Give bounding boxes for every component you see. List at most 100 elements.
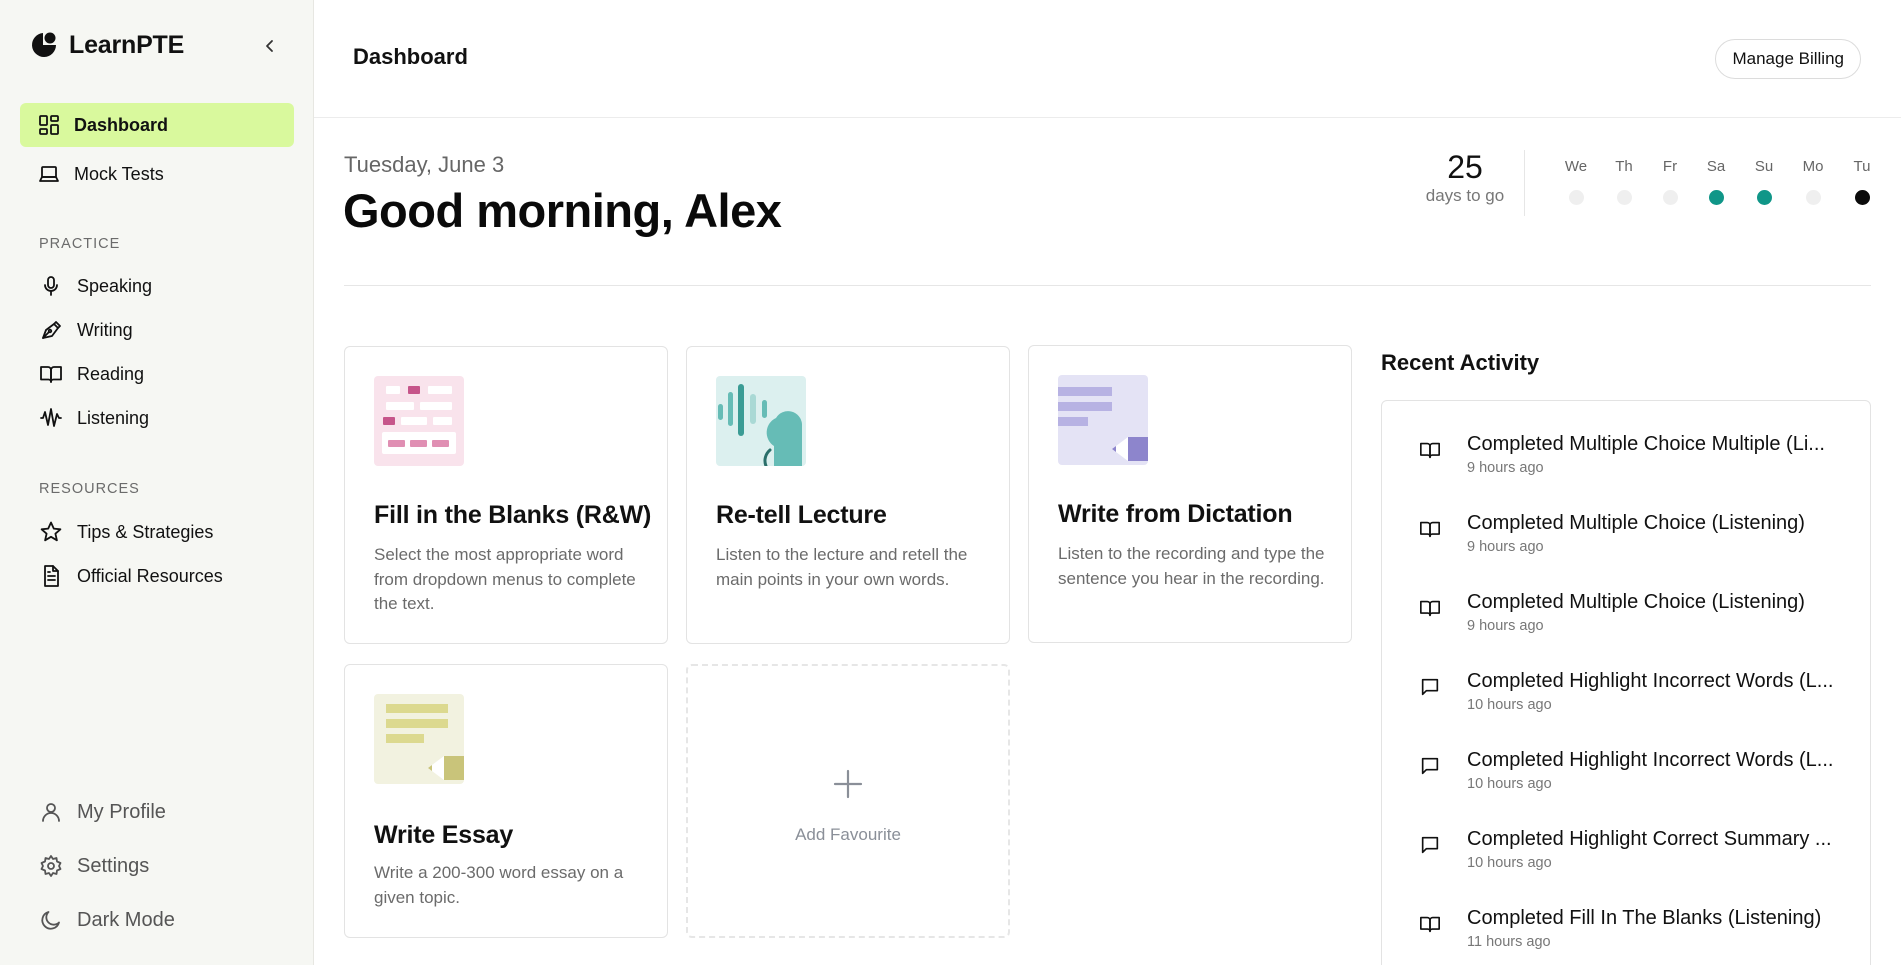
activity-item[interactable]: Completed Fill In The Blanks (Listening)… [1419, 907, 1859, 965]
sidebar-item-reading[interactable]: Reading [39, 358, 144, 390]
activity-prefix: Completed [1467, 828, 1564, 850]
user-icon [42, 803, 60, 822]
activity-text: Completed Fill In The Blanks (Listening) [1467, 907, 1859, 930]
activity-item[interactable]: Completed Multiple Choice (Listening) 9 … [1419, 512, 1859, 572]
book-icon [1420, 916, 1440, 933]
activity-time: 9 hours ago [1467, 618, 1544, 634]
activity-time: 11 hours ago [1467, 934, 1551, 950]
activity-name: Multiple Choice (Listening) [1569, 591, 1805, 613]
nav-item-label: Mock Tests [74, 163, 164, 184]
streak-dot [1662, 190, 1678, 205]
sidebar-item-label: Listening [77, 407, 150, 428]
streak-day: Sa [1696, 158, 1736, 205]
streak-dot [1756, 190, 1772, 205]
streak-day: Tu [1842, 158, 1882, 205]
activity-item[interactable]: Completed Multiple Choice (Listening) 9 … [1419, 591, 1859, 651]
nav-item-dashboard[interactable]: Dashboard [20, 103, 294, 147]
activity-name: Highlight Incorrect Words (L... [1569, 670, 1834, 692]
laptop-icon [39, 166, 59, 182]
add-favourite-label: Add Favourite [795, 825, 901, 844]
streak-dot [1568, 190, 1584, 205]
section-label-resources: RESOURCES [39, 481, 140, 497]
book-icon [1420, 600, 1440, 617]
fill-blanks-thumbnail-icon [374, 376, 464, 466]
greeting-heading: Good morning, Alex [343, 184, 782, 237]
streak-day-label: Fr [1662, 158, 1678, 175]
document-icon [44, 565, 59, 587]
activity-time: 9 hours ago [1467, 539, 1544, 555]
sidebar: LearnPTE Dashboard Mock Tests PRACTICE S… [0, 0, 314, 965]
activity-prefix: Completed [1467, 749, 1564, 771]
nav-item-mock-tests[interactable]: Mock Tests [20, 152, 294, 196]
dark-mode-toggle[interactable]: Dark Mode [39, 902, 175, 938]
audio-wave-icon [40, 408, 62, 427]
streak-day-label: Tu [1853, 158, 1871, 175]
favourite-card-write-essay[interactable]: Write Essay Write a 200-300 word essay o… [344, 664, 668, 938]
activity-prefix: Completed [1467, 907, 1564, 929]
dictation-thumbnail-icon [1058, 375, 1148, 465]
sidebar-item-official-resources[interactable]: Official Resources [39, 560, 223, 592]
collapse-sidebar-button[interactable] [258, 34, 282, 58]
manage-billing-button[interactable]: Manage Billing [1715, 39, 1861, 79]
favourite-card-fill-in-blanks[interactable]: Fill in the Blanks (R&W) Select the most… [344, 346, 668, 644]
nav-item-label: Dashboard [74, 114, 169, 135]
activity-name: Fill In The Blanks (Listening) [1569, 907, 1822, 929]
activity-item[interactable]: Completed Highlight Incorrect Words (L..… [1419, 670, 1859, 730]
activity-time: 9 hours ago [1467, 460, 1544, 476]
essay-thumbnail-icon [374, 694, 464, 784]
sidebar-item-my-profile[interactable]: My Profile [39, 794, 166, 830]
streak-dot [1708, 190, 1724, 205]
add-favourite-button[interactable]: Add Favourite [686, 664, 1010, 938]
activity-time: 10 hours ago [1467, 855, 1552, 871]
page-title: Dashboard [353, 44, 468, 69]
activity-item[interactable]: Completed Highlight Correct Summary ... … [1419, 828, 1859, 888]
activity-text: Completed Multiple Choice Multiple (Li..… [1467, 433, 1859, 456]
sidebar-item-tips-strategies[interactable]: Tips & Strategies [39, 516, 213, 548]
streak-day-label: Sa [1706, 158, 1726, 175]
retell-lecture-thumbnail-icon [716, 376, 806, 466]
section-label-practice: PRACTICE [39, 236, 121, 252]
recent-activity-list[interactable]: Completed Multiple Choice Multiple (Li..… [1381, 400, 1871, 965]
sidebar-item-speaking[interactable]: Speaking [39, 270, 152, 302]
sidebar-item-writing[interactable]: Writing [39, 314, 133, 346]
countdown-value: 25 [1447, 149, 1483, 185]
recent-activity-title: Recent Activity [1381, 350, 1540, 375]
streak-day-label: Su [1754, 158, 1774, 175]
streak-day-label: Mo [1802, 158, 1824, 175]
activity-item[interactable]: Completed Highlight Incorrect Words (L..… [1419, 749, 1859, 809]
activity-text: Completed Multiple Choice (Listening) [1467, 591, 1859, 614]
microphone-icon [44, 276, 58, 296]
streak-day: Th [1604, 158, 1644, 205]
card-title: Re-tell Lecture [716, 501, 887, 529]
favourite-card-retell-lecture[interactable]: Re-tell Lecture Listen to the lecture an… [686, 346, 1010, 644]
logo-icon [32, 32, 56, 57]
card-description: Listen to the recording and type the sen… [1058, 544, 1325, 588]
pen-icon [42, 321, 61, 339]
sidebar-item-settings[interactable]: Settings [39, 848, 149, 884]
sidebar-item-label: Official Resources [77, 565, 223, 586]
brand[interactable]: LearnPTE [29, 30, 184, 60]
divider [1524, 150, 1525, 216]
app-name: LearnPTE [69, 30, 185, 59]
sidebar-item-label: Writing [77, 319, 133, 340]
card-title: Write from Dictation [1058, 500, 1293, 528]
chat-icon [1421, 836, 1439, 854]
activity-prefix: Completed [1467, 591, 1564, 613]
activity-item[interactable]: Completed Multiple Choice Multiple (Li..… [1419, 433, 1859, 493]
streak-day: Fr [1650, 158, 1690, 205]
dashboard-icon [39, 115, 59, 135]
sidebar-item-label: Speaking [77, 275, 153, 296]
favourite-card-write-from-dictation[interactable]: Write from Dictation Listen to the recor… [1028, 345, 1352, 643]
activity-text: Completed Highlight Correct Summary ... [1467, 828, 1859, 851]
countdown-label: days to go [1425, 186, 1505, 205]
moon-icon [41, 911, 60, 930]
sidebar-item-label: My Profile [77, 800, 166, 823]
activity-name: Highlight Incorrect Words (L... [1569, 749, 1834, 771]
sidebar-item-label: Reading [77, 363, 145, 384]
streak-day: Su [1744, 158, 1784, 205]
book-icon [1420, 521, 1440, 538]
exam-countdown: 25 days to go [1418, 148, 1512, 206]
streak-dot [1854, 190, 1870, 205]
streak-day: Mo [1793, 158, 1833, 205]
sidebar-item-listening[interactable]: Listening [39, 402, 149, 434]
